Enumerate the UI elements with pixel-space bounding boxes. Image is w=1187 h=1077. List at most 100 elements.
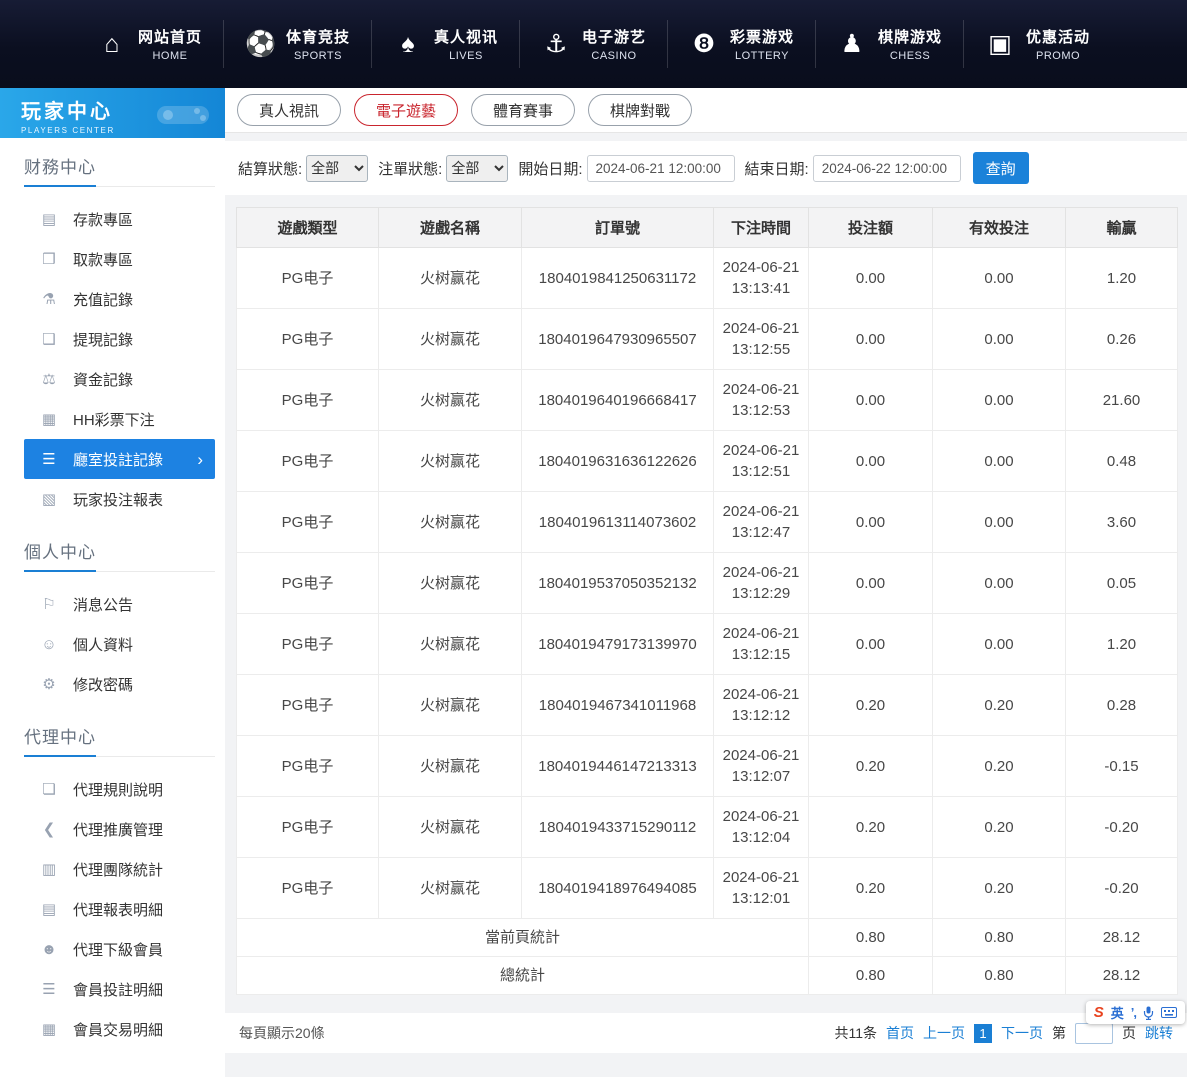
sidebar-item[interactable]: ▥ 代理團隊統計 › [0,849,225,889]
ime-punctuation-toggle[interactable]: ’, [1131,1005,1136,1020]
category-tabs: 真人視訊電子遊藝體育賽事棋牌對戰 [225,88,1187,133]
keyboard-icon[interactable] [1161,1007,1177,1018]
cell-bet-amount: 0.00 [809,309,933,370]
cell-bet-time: 2024-06-21 13:12:01 [714,858,809,919]
sidebar-section: 代理中心 ❏ 代理規則說明 › ❮ 代理推廣管理 › ▥ 代理團隊統計 › ▤ … [0,723,225,1053]
password-icon: ⚙ [40,675,58,693]
category-tab[interactable]: 電子遊藝 [354,94,458,126]
topnav-item[interactable]: ⌂ 网站首页 HOME [76,20,223,68]
search-button[interactable]: 查詢 [973,152,1029,184]
cell-win-loss: 1.20 [1066,614,1178,675]
topnav-item[interactable]: ▣ 优惠活动 PROMO [963,20,1111,68]
start-date-label: 開始日期: [518,158,582,179]
total-summary-row: 總統計 0.80 0.80 28.12 [237,957,1178,995]
sidebar-item[interactable]: ⚗ 充值記錄 › [0,279,225,319]
topnav-item-title: 电子游艺 [582,26,646,47]
topnav-item-subtitle: LIVES [434,50,498,62]
topnav-item[interactable]: ♠ 真人视讯 LIVES [371,20,519,68]
table-header: 遊戲類型 遊戲名稱 訂單號 下注時間 投注額 有效投注 輸贏 [237,208,1178,248]
sidebar-item-label: 個人資料 [73,634,133,655]
ime-language-toggle[interactable]: 英 [1111,1003,1124,1022]
players-center-header: 玩家中心 PLAYERS CENTER [0,88,225,138]
cell-bet-amount: 0.20 [809,736,933,797]
sidebar-item[interactable]: ▤ 存款專區 › [0,199,225,239]
sidebar-item[interactable]: ☰ 廳室投註記錄 › [24,439,215,479]
page-jump-input[interactable] [1075,1023,1113,1044]
category-tab[interactable]: 棋牌對戰 [588,94,692,126]
sogou-logo-icon[interactable]: S [1094,1004,1104,1021]
cell-order-no: 1804019640196668417 [522,370,714,431]
cell-game-name: 火树赢花 [379,553,522,614]
topnav-item[interactable]: ⚽ 体育竞技 SPORTS [223,20,371,68]
sidebar-item[interactable]: ▧ 玩家投注報表 › [0,479,225,519]
cell-game-name: 火树赢花 [379,431,522,492]
cell-bet-amount: 0.00 [809,370,933,431]
current-page[interactable]: 1 [974,1024,992,1043]
sidebar-item-label: 會員投註明細 [73,979,163,1000]
first-page-link[interactable]: 首页 [886,1023,914,1043]
profile-icon: ☺ [40,636,58,653]
category-tab[interactable]: 真人視訊 [237,94,341,126]
announcement-icon: ⚐ [40,595,58,613]
topnav-item-subtitle: PROMO [1026,50,1090,62]
table-row: PG电子 火树赢花 1804019631636122626 2024-06-21… [237,431,1178,492]
cell-game-name: 火树赢花 [379,248,522,309]
settle-status-select[interactable]: 全部 [306,155,368,182]
jump-button[interactable]: 跳转 [1145,1023,1173,1043]
sidebar-item[interactable]: ▤ 代理報表明細 › [0,889,225,929]
funds-record-icon: ⚖ [40,370,58,388]
cell-game-type: PG电子 [237,553,379,614]
cell-win-loss: 0.48 [1066,431,1178,492]
cell-win-loss: -0.15 [1066,736,1178,797]
sidebar-item[interactable]: ⚐ 消息公告 › [0,584,225,624]
category-tab[interactable]: 體育賽事 [471,94,575,126]
prev-page-link[interactable]: 上一页 [923,1023,965,1043]
sidebar-item[interactable]: ☰ 會員投註明細 › [0,969,225,1009]
ime-toolbar: S 英 ’, [1086,1001,1185,1024]
next-page-link[interactable]: 下一页 [1001,1023,1043,1043]
sidebar-item[interactable]: ☺ 個人資料 › [0,624,225,664]
recharge-record-icon: ⚗ [40,290,58,308]
topnav-item-subtitle: CHESS [878,50,942,62]
total-summary-label: 總統計 [237,957,809,995]
cell-game-type: PG电子 [237,736,379,797]
sidebar-item[interactable]: ⚖ 資金記錄 › [0,359,225,399]
sidebar-item-label: 修改密碼 [73,674,133,695]
cell-order-no: 1804019537050352132 [522,553,714,614]
cell-game-name: 火树赢花 [379,736,522,797]
cell-order-no: 1804019479173139970 [522,614,714,675]
sidebar-item[interactable]: ❮ 代理推廣管理 › [0,809,225,849]
sidebar-item[interactable]: ❑ 提現記錄 › [0,319,225,359]
sidebar-item[interactable]: ⚙ 修改密碼 › [0,664,225,704]
sidebar-item[interactable]: ▦ 會員交易明細 › [0,1009,225,1049]
end-date-label: 結束日期: [745,158,809,179]
settle-status-label: 結算狀態: [238,158,302,179]
microphone-icon[interactable] [1143,1006,1154,1020]
cell-order-no: 1804019613114073602 [522,492,714,553]
withdraw-icon: ❒ [40,250,58,268]
cell-game-type: PG电子 [237,309,379,370]
lottery-bet-icon: ▦ [40,410,58,428]
topnav-item[interactable]: ❽ 彩票游戏 LOTTERY [667,20,815,68]
cell-game-type: PG电子 [237,431,379,492]
sidebar-item[interactable]: ☻ 代理下級會員 › [0,929,225,969]
cell-bet-time: 2024-06-21 13:12:47 [714,492,809,553]
sidebar-menu: ❏ 代理規則說明 › ❮ 代理推廣管理 › ▥ 代理團隊統計 › ▤ 代理報表明… [0,757,225,1053]
end-date-input[interactable] [813,155,961,182]
withdrawal-record-icon: ❑ [40,330,58,348]
cell-bet-time: 2024-06-21 13:12:12 [714,675,809,736]
cell-order-no: 1804019433715290112 [522,797,714,858]
cell-order-no: 1804019418976494085 [522,858,714,919]
cell-win-loss: 21.60 [1066,370,1178,431]
sidebar-item[interactable]: ❒ 取款專區 › [0,239,225,279]
topnav-item[interactable]: ♟ 棋牌游戏 CHESS [815,20,963,68]
cell-valid-bet: 0.20 [933,858,1066,919]
start-date-input[interactable] [587,155,735,182]
lottery-ball-icon: ❽ [689,29,719,59]
bet-status-select[interactable]: 全部 [446,155,508,182]
topnav-item[interactable]: ⚓ 电子游艺 CASINO [519,20,667,68]
sidebar-item[interactable]: ▦ HH彩票下注 › [0,399,225,439]
room-bet-record-icon: ☰ [40,450,58,468]
sidebar-item-label: 代理報表明細 [73,899,163,920]
sidebar-item[interactable]: ❏ 代理規則說明 › [0,769,225,809]
